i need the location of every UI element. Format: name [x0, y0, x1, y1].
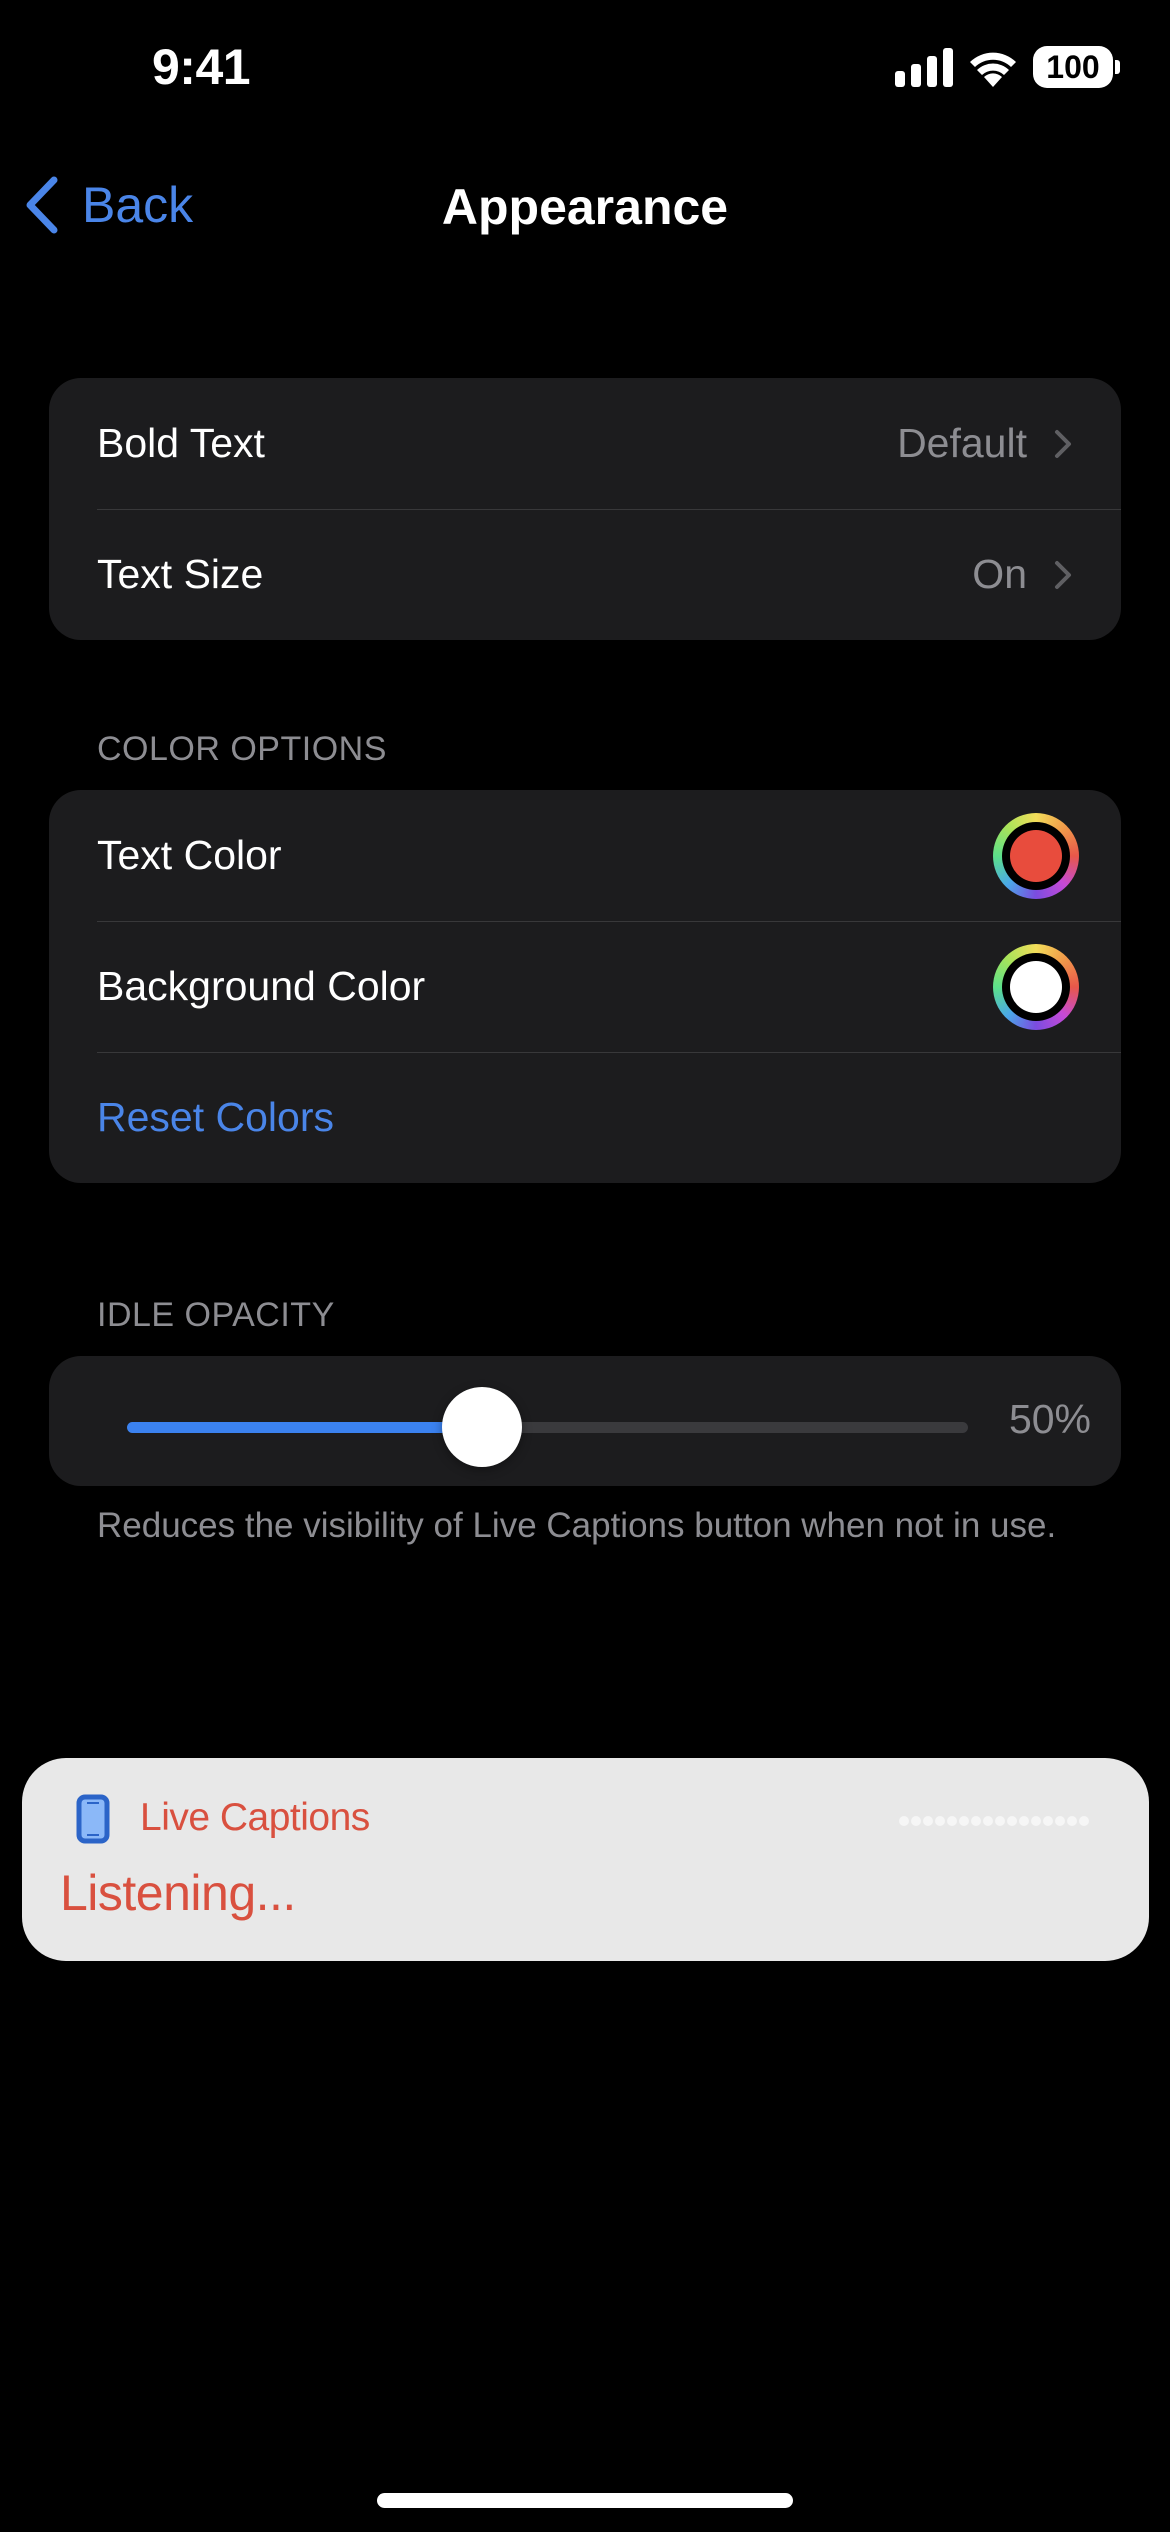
chevron-right-icon [1055, 429, 1071, 458]
idle-opacity-slider[interactable] [127, 1387, 968, 1467]
row-label: Text Size [97, 551, 264, 597]
color-options-header: COLOR OPTIONS [97, 730, 387, 768]
row-value: On [972, 551, 1027, 597]
slider-fill [127, 1422, 483, 1433]
chevron-right-icon [1055, 560, 1071, 589]
home-indicator[interactable] [377, 2493, 793, 2508]
color-swatch [1010, 960, 1062, 1013]
row-label: Text Color [97, 832, 282, 878]
wifi-icon [970, 52, 1016, 87]
background-color-well[interactable] [993, 943, 1079, 1030]
background-color-row[interactable]: Background Color [49, 921, 1121, 1052]
text-size-row[interactable]: Text Size On [49, 509, 1121, 640]
status-time: 9:41 [152, 39, 251, 95]
live-captions-status: Listening... [60, 1865, 296, 1921]
idle-opacity-header: IDLE OPACITY [97, 1296, 335, 1334]
idle-opacity-footer: Reduces the visibility of Live Captions … [97, 1506, 1057, 1545]
battery-level: 100 [1033, 46, 1113, 88]
reset-colors-row[interactable]: Reset Colors [49, 1052, 1121, 1183]
battery-icon: 100 [1033, 46, 1120, 88]
text-color-row[interactable]: Text Color [49, 790, 1121, 921]
idle-opacity-card: 50% [49, 1356, 1121, 1486]
live-captions-panel[interactable]: Live Captions Listening... [22, 1758, 1149, 1961]
live-captions-title: Live Captions [140, 1796, 370, 1839]
row-label: Background Color [97, 963, 426, 1009]
text-settings-card: Bold Text Default Text Size On [49, 378, 1121, 640]
slider-knob[interactable] [442, 1387, 523, 1467]
bold-text-row[interactable]: Bold Text Default [49, 378, 1121, 509]
page-title: Appearance [441, 179, 729, 235]
text-color-well[interactable] [993, 812, 1079, 899]
row-label: Bold Text [97, 420, 265, 466]
audio-waveform-icon [899, 1816, 1089, 1826]
iphone-icon [76, 1794, 110, 1844]
cellular-signal-icon [895, 47, 953, 87]
reset-colors-button[interactable]: Reset Colors [97, 1094, 334, 1141]
row-value: Default [897, 420, 1027, 466]
slider-value: 50% [1008, 1396, 1091, 1442]
status-icons: 100 [895, 46, 1120, 88]
color-swatch [1010, 829, 1062, 882]
color-options-card: Text Color Background Color Reset Colors [49, 790, 1121, 1183]
